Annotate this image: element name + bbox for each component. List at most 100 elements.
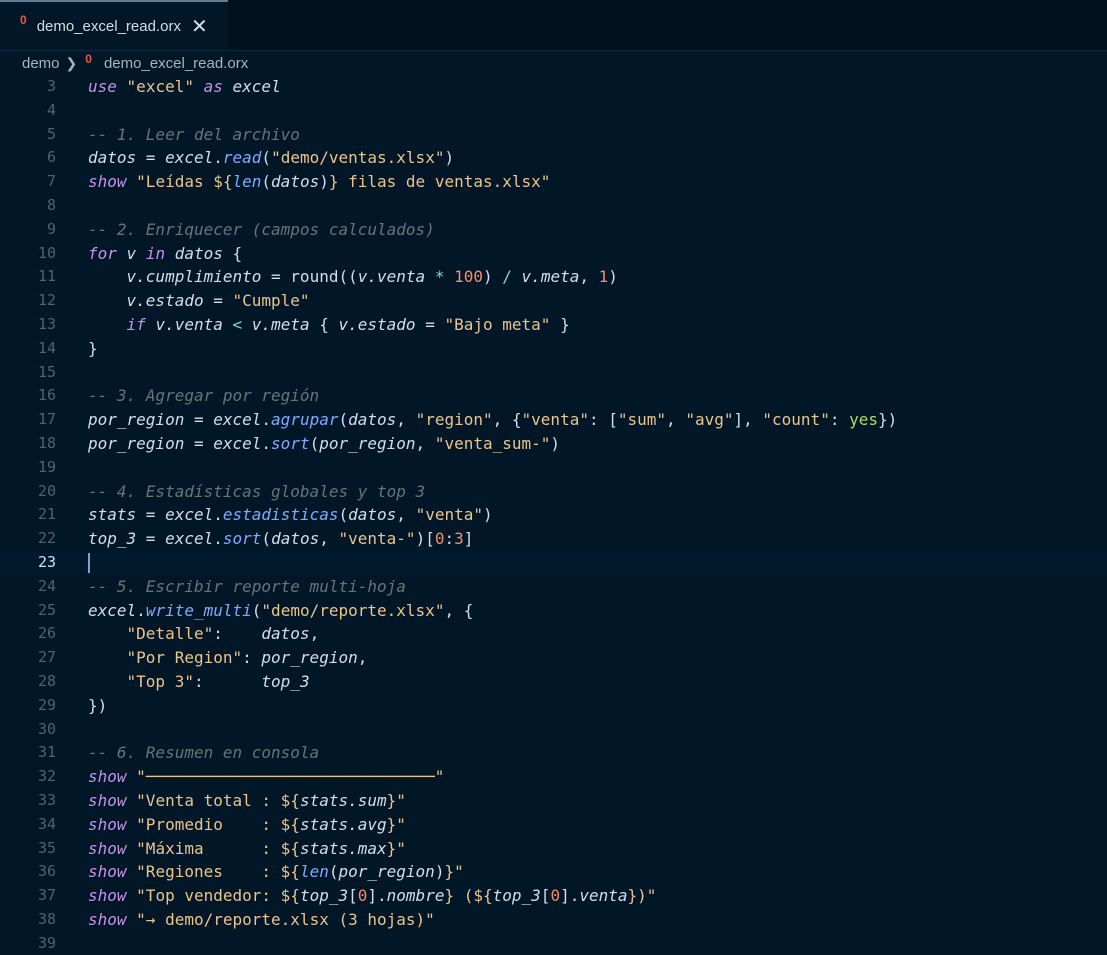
code-token: { — [222, 243, 243, 263]
code-token: = — [261, 267, 291, 287]
code-text: show "Promedio : ${stats.avg}" — [56, 813, 406, 837]
line-number: 10 — [37, 243, 56, 262]
code-token: "avg" — [685, 410, 734, 430]
breadcrumb-folder[interactable]: demo — [22, 55, 60, 72]
code-line[interactable]: 22 top_3 = excel.sort(datos, "venta-")[0:… — [0, 527, 1107, 551]
line-number: 18 — [37, 433, 56, 452]
code-line[interactable]: 13 if v.venta < v.meta { v.estado = "Baj… — [0, 313, 1107, 337]
code-token: ) — [608, 267, 618, 287]
code-token: , — [309, 624, 320, 644]
code-line[interactable]: 21 stats = excel.estadisticas(datos, "ven… — [0, 503, 1107, 527]
code-token: "Top vendedor: ${ — [136, 886, 300, 906]
line-number: 5 — [46, 124, 56, 143]
code-line[interactable]: 6 datos = excel.read("demo/ventas.xlsx") — [0, 146, 1107, 170]
line-number: 14 — [37, 338, 56, 357]
code-line[interactable]: 14} — [0, 337, 1107, 361]
code-line[interactable]: 29}) — [0, 694, 1107, 718]
code-token: : — [193, 671, 262, 691]
code-line[interactable]: 15 — [0, 361, 1107, 385]
code-line[interactable]: 17 por_region = excel.agrupar(datos, "reg… — [0, 408, 1107, 432]
code-line[interactable]: 27 "Por Region": por_region, — [0, 646, 1107, 670]
code-line[interactable]: 12 v.estado = "Cumple" — [0, 289, 1107, 313]
line-number: 33 — [37, 790, 56, 809]
code-line[interactable]: 26 "Detalle": datos, — [0, 622, 1107, 646]
code-line[interactable]: 9 -- 2. Enriquecer (campos calculados) — [0, 218, 1107, 242]
code-line[interactable]: 38 show "→ demo/reporte.xlsx (3 hojas)" — [0, 908, 1107, 932]
code-text: v.cumplimiento = round((v.venta * 100) /… — [56, 265, 618, 289]
code-token: if — [126, 314, 146, 334]
code-token: show — [88, 814, 127, 834]
code-token: . — [261, 433, 272, 453]
code-token: por_region — [88, 433, 185, 453]
code-editor[interactable]: 3 use "excel" as excel 4 5 -- 1. Leer del ar… — [0, 75, 1107, 955]
code-text: show "Leídas ${len(datos)} filas de vent… — [56, 170, 550, 194]
code-token: })" — [627, 886, 657, 906]
code-token: : — [444, 529, 455, 549]
code-text: show "Top vendedor: ${top_3[0].nombre} (… — [56, 884, 656, 908]
breadcrumb-file[interactable]: demo_excel_read.orx — [104, 55, 248, 72]
code-line[interactable]: 30 — [0, 718, 1107, 742]
code-line[interactable]: 11 v.cumplimiento = round((v.venta * 100… — [0, 265, 1107, 289]
code-token: agrupar — [271, 410, 339, 430]
code-line[interactable]: 19 — [0, 456, 1107, 480]
code-line[interactable]: 24 -- 5. Escribir reporte multi-hoja — [0, 575, 1107, 599]
code-line[interactable]: 33 show "Venta total : ${stats.sum}" — [0, 789, 1107, 813]
code-line[interactable]: 16 -- 3. Agregar por región — [0, 384, 1107, 408]
code-token: ( — [261, 172, 272, 192]
close-icon[interactable]: ✕ — [191, 14, 208, 39]
code-line[interactable]: 18 por_region = excel.sort(por_region, "v… — [0, 432, 1107, 456]
code-token: , { — [444, 600, 474, 620]
code-token: use — [88, 77, 117, 96]
code-line[interactable]: 35 show "Máxima : ${stats.max}" — [0, 837, 1107, 861]
line-number: 8 — [46, 195, 56, 214]
code-token: for — [88, 243, 117, 263]
code-line[interactable]: 31 -- 6. Resumen en consola — [0, 741, 1107, 765]
line-number: 16 — [37, 386, 56, 405]
editor-tab[interactable]: 0 demo_excel_read.orx ✕ — [0, 0, 228, 50]
code-token: as — [203, 77, 223, 96]
code-token: stats.max — [299, 838, 387, 858]
code-line[interactable]: 37 show "Top vendedor: ${top_3[0].nombre}… — [0, 884, 1107, 908]
code-token: show — [88, 909, 127, 929]
code-token: "Detalle" — [126, 624, 214, 644]
code-token: por_region — [261, 648, 358, 668]
code-line[interactable]: 32 show "──────────────────────────────" — [0, 765, 1107, 789]
code-line[interactable]: 4 — [0, 99, 1107, 123]
code-text: show "→ demo/reporte.xlsx (3 hojas)" — [56, 908, 435, 932]
line-number: 25 — [37, 600, 56, 619]
line-number: 36 — [37, 862, 56, 881]
code-line[interactable]: 10 for v in datos { — [0, 242, 1107, 266]
code-token: , — [415, 433, 435, 453]
code-line[interactable]: 7 show "Leídas ${len(datos)} filas de ven… — [0, 170, 1107, 194]
code-line[interactable]: 8 — [0, 194, 1107, 218]
code-token: v.venta — [155, 314, 223, 334]
code-line[interactable]: 5 -- 1. Leer del archivo — [0, 123, 1107, 147]
code-line[interactable]: 36 show "Regiones : ${len(por_region)}" — [0, 860, 1107, 884]
code-token: ) — [483, 505, 493, 525]
code-line[interactable]: 3 use "excel" as excel — [0, 75, 1107, 99]
code-token: excel — [88, 600, 137, 620]
code-line[interactable]: 34 show "Promedio : ${stats.avg}" — [0, 813, 1107, 837]
code-token: v.venta — [357, 267, 426, 287]
code-token: v.meta — [521, 267, 580, 287]
code-token: "venta" — [521, 410, 589, 430]
code-text: } — [56, 337, 98, 361]
code-token: "Bajo meta" — [444, 314, 551, 334]
code-line[interactable]: 20 -- 4. Estadísticas globales y top 3 — [0, 480, 1107, 504]
code-token: 0 — [550, 886, 561, 906]
code-line[interactable]: 25 excel.write_multi("demo/reporte.xlsx",… — [0, 599, 1107, 623]
line-number: 37 — [37, 886, 56, 905]
code-token: < — [232, 314, 243, 334]
line-number: 20 — [37, 481, 56, 500]
code-token: 0 — [357, 886, 368, 906]
code-token: top_3 — [492, 886, 541, 906]
code-line[interactable]: 23 — [0, 550, 1107, 575]
line-number: 32 — [37, 767, 56, 786]
line-number: 11 — [37, 267, 56, 286]
code-line[interactable]: 28 "Top 3": top_3 — [0, 670, 1107, 694]
